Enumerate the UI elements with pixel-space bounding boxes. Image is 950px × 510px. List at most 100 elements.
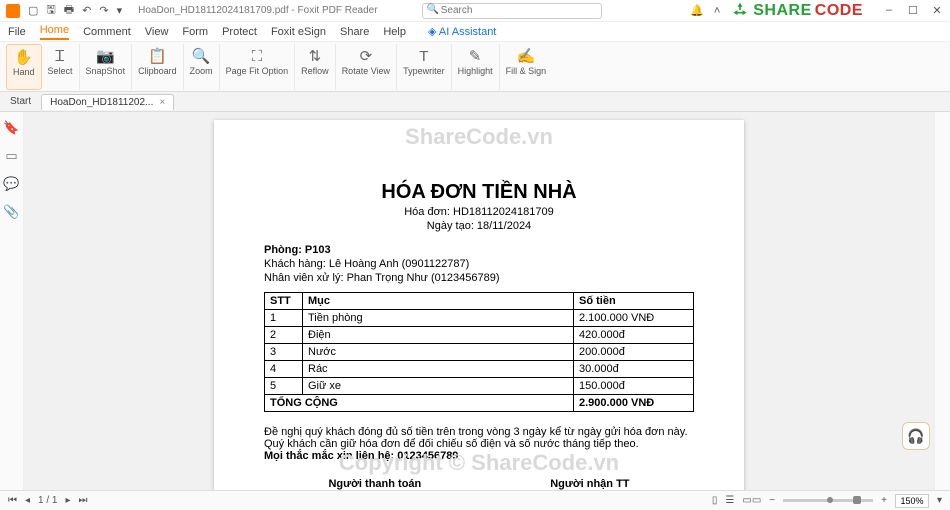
ai-assistant[interactable]: ◈ AI Assistant bbox=[428, 25, 496, 38]
menu-share[interactable]: Share bbox=[340, 26, 369, 38]
menu-help[interactable]: Help bbox=[383, 26, 406, 38]
camera-icon: 📷 bbox=[96, 46, 115, 66]
window-title: HoaDon_HD18112024181709.pdf - Foxit PDF … bbox=[138, 5, 377, 16]
prev-page-icon[interactable]: ◂ bbox=[25, 495, 30, 506]
zoom-slider[interactable] bbox=[783, 499, 873, 502]
fillsign-icon: ✍ bbox=[517, 46, 536, 66]
search-icon: 🔍 bbox=[427, 4, 439, 15]
menu-form[interactable]: Form bbox=[182, 26, 208, 38]
tab-start[interactable]: Start bbox=[0, 96, 41, 107]
workspace: 🔖 ▭ 💬 📎 ShareCode.vn HÓA ĐƠN TIỀN NHÀ Hó… bbox=[0, 112, 950, 490]
room-label: Phòng: P103 bbox=[264, 244, 694, 256]
first-page-icon[interactable]: ⏮ bbox=[8, 495, 17, 506]
clipboard-icon: 📋 bbox=[148, 46, 167, 66]
table-total: TỔNG CỘNG2.900.000 VNĐ bbox=[265, 395, 694, 412]
save-icon[interactable]: 🖫 bbox=[46, 1, 55, 20]
tab-document[interactable]: HoaDon_HD1811202... × bbox=[41, 94, 174, 110]
select-icon: Ꮖ bbox=[55, 46, 65, 66]
zoom-dropdown-icon[interactable]: ▾ bbox=[937, 495, 942, 506]
invoice-title: HÓA ĐƠN TIỀN NHÀ bbox=[264, 181, 694, 204]
tool-highlight[interactable]: ✎Highlight bbox=[452, 44, 500, 90]
menu-home[interactable]: Home bbox=[40, 24, 69, 40]
title-bar: ▢ 🖫 🖶 ↶ ↷ ▾ HoaDon_HD18112024181709.pdf … bbox=[0, 0, 950, 22]
table-header: STT Mục Số tiền bbox=[265, 293, 694, 310]
th-sotien: Số tiền bbox=[574, 293, 694, 310]
tool-clipboard[interactable]: 📋Clipboard bbox=[132, 44, 184, 90]
menu-view[interactable]: View bbox=[145, 26, 169, 38]
table-row: 4Rác30.000đ bbox=[265, 361, 694, 378]
bell-icon[interactable]: 🔔 bbox=[690, 4, 704, 17]
menu-file[interactable]: File bbox=[8, 26, 26, 38]
invoice-date: Ngày tạo: 18/11/2024 bbox=[264, 220, 694, 232]
tool-zoom[interactable]: 🔍Zoom bbox=[184, 44, 220, 90]
signature-receiver: Người nhận TT bbox=[550, 478, 629, 490]
attachments-icon[interactable]: 📎 bbox=[3, 204, 19, 220]
invoice-table: STT Mục Số tiền 1Tiền phòng2.100.000 VNĐ… bbox=[264, 292, 694, 412]
window-controls: – ☐ ✕ bbox=[882, 4, 944, 17]
signatures: Người thanh toán Người nhận TT bbox=[264, 478, 694, 490]
left-sidebar: 🔖 ▭ 💬 📎 bbox=[0, 112, 24, 490]
tool-snapshot[interactable]: 📷SnapShot bbox=[80, 44, 133, 90]
close-button[interactable]: ✕ bbox=[930, 4, 944, 17]
menu-protect[interactable]: Protect bbox=[222, 26, 257, 38]
menu-comment[interactable]: Comment bbox=[83, 26, 131, 38]
thumbnails-icon[interactable]: ▭ bbox=[5, 148, 17, 164]
tool-typewriter[interactable]: TTypewriter bbox=[397, 44, 452, 90]
highlight-icon: ✎ bbox=[469, 46, 482, 66]
app-icon bbox=[6, 4, 20, 18]
menu-bar: File Home Comment View Form Protect Foxi… bbox=[0, 22, 950, 42]
tab-close-icon[interactable]: × bbox=[159, 97, 165, 108]
quick-access: ▢ 🖫 🖶 ↶ ↷ ▾ HoaDon_HD18112024181709.pdf … bbox=[6, 1, 378, 20]
chevron-up-icon[interactable]: ˄ bbox=[714, 5, 720, 17]
redo-icon[interactable]: ↷ bbox=[99, 4, 108, 17]
customer-info: Khách hàng: Lê Hoàng Anh (0901122787) bbox=[264, 258, 694, 270]
zoom-out-button[interactable]: − bbox=[769, 495, 775, 506]
tool-hand[interactable]: ✋Hand bbox=[6, 44, 42, 90]
minimize-button[interactable]: – bbox=[882, 4, 896, 17]
menu-esign[interactable]: Foxit eSign bbox=[271, 26, 326, 38]
view-continuous-icon[interactable]: ☰ bbox=[725, 495, 734, 506]
search-box[interactable]: 🔍 bbox=[422, 3, 602, 19]
staff-info: Nhân viên xử lý: Phan Trọng Như (0123456… bbox=[264, 272, 694, 284]
last-page-icon[interactable]: ⏭ bbox=[79, 495, 88, 506]
recycle-icon bbox=[730, 1, 750, 21]
view-facing-icon[interactable]: ▭▭ bbox=[742, 495, 761, 506]
tool-pagefit[interactable]: ⛶Page Fit Option bbox=[220, 44, 296, 90]
more-icon[interactable]: ▾ bbox=[117, 4, 123, 17]
status-bar: ⏮ ◂ 1 / 1 ▸ ⏭ ▯ ☰ ▭▭ − + ▾ bbox=[0, 490, 950, 510]
table-row: 5Giữ xe150.000đ bbox=[265, 378, 694, 395]
tool-rotate[interactable]: ⟳Rotate View bbox=[336, 44, 397, 90]
signature-payer: Người thanh toán bbox=[328, 478, 421, 490]
zoom-in-button[interactable]: + bbox=[881, 495, 887, 506]
zoom-value[interactable] bbox=[895, 494, 929, 508]
typewriter-icon: T bbox=[419, 46, 428, 66]
view-single-icon[interactable]: ▯ bbox=[712, 495, 718, 506]
th-stt: STT bbox=[265, 293, 303, 310]
table-row: 2Điện420.000đ bbox=[265, 327, 694, 344]
note-1: Đề nghị quý khách đóng đủ số tiền trên t… bbox=[264, 426, 694, 438]
reflow-icon: ⇅ bbox=[309, 46, 322, 66]
sharecode-logo: SHARECODE bbox=[730, 1, 866, 21]
document-canvas[interactable]: ShareCode.vn HÓA ĐƠN TIỀN NHÀ Hóa đơn: H… bbox=[24, 112, 934, 490]
tab-document-label: HoaDon_HD1811202... bbox=[50, 97, 153, 108]
open-icon[interactable]: ▢ bbox=[28, 4, 38, 17]
tab-strip: Start HoaDon_HD1811202... × bbox=[0, 92, 950, 112]
table-row: 3Nước200.000đ bbox=[265, 344, 694, 361]
tool-fillsign[interactable]: ✍Fill & Sign bbox=[500, 44, 553, 90]
maximize-button[interactable]: ☐ bbox=[906, 4, 920, 17]
table-row: 1Tiền phòng2.100.000 VNĐ bbox=[265, 310, 694, 327]
comments-icon[interactable]: 💬 bbox=[3, 176, 19, 192]
tool-select[interactable]: ᏆSelect bbox=[42, 44, 80, 90]
print-icon[interactable]: 🖶 bbox=[64, 1, 74, 20]
zoom-icon: 🔍 bbox=[192, 46, 211, 66]
search-input[interactable] bbox=[422, 3, 602, 19]
next-page-icon[interactable]: ▸ bbox=[66, 495, 71, 506]
pagefit-icon: ⛶ bbox=[252, 46, 263, 66]
rotate-icon: ⟳ bbox=[360, 46, 373, 66]
bookmark-icon[interactable]: 🔖 bbox=[3, 120, 19, 136]
undo-icon[interactable]: ↶ bbox=[82, 4, 91, 17]
tool-reflow[interactable]: ⇅Reflow bbox=[295, 44, 336, 90]
pdf-page: ShareCode.vn HÓA ĐƠN TIỀN NHÀ Hóa đơn: H… bbox=[214, 120, 744, 490]
watermark-top: ShareCode.vn bbox=[214, 124, 744, 150]
help-fab[interactable]: 🎧 bbox=[902, 422, 930, 450]
